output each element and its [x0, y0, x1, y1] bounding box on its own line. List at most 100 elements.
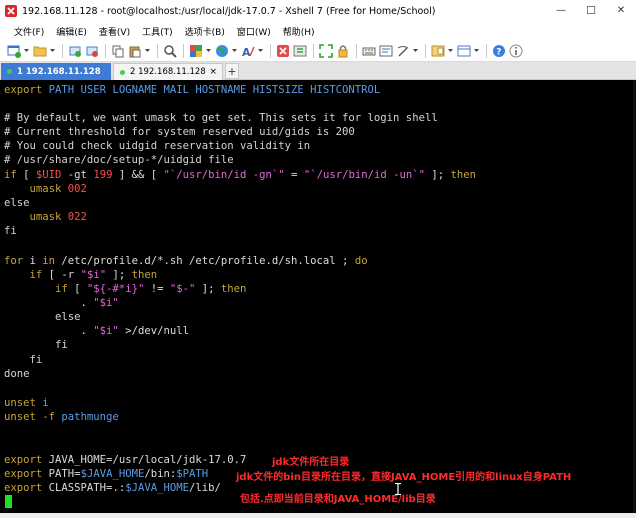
terminal-line: done [4, 368, 30, 380]
terminal-line: fi [4, 225, 17, 237]
chevron-down-icon[interactable] [23, 43, 29, 59]
chevron-down-icon[interactable] [231, 43, 237, 59]
mouse-ibeam-icon [395, 483, 401, 495]
toolbar: A ? [0, 41, 636, 62]
code-token: "${-#*i}" [86, 283, 145, 295]
code-token: ] && [ [112, 169, 164, 181]
code-token: in [42, 255, 56, 267]
help-icon[interactable]: ? [491, 43, 507, 59]
toolbar-separator [183, 44, 184, 58]
menu-help[interactable]: 帮助(H) [283, 25, 315, 38]
code-token: umask [4, 183, 68, 195]
chevron-down-icon[interactable] [257, 43, 263, 59]
code-token: do [354, 255, 368, 267]
terminal-line: export JAVA_HOME=/usr/local/jdk-17.0.7 [4, 453, 246, 467]
code-token: then [131, 269, 158, 281]
code-token: export [4, 454, 43, 466]
session-tab-bar: 1 192.168.11.128 2 192.168.11.128 × + [0, 62, 636, 80]
terminal-line: if [ $UID -gt 199 ] && [ "`/usr/bin/id -… [4, 168, 476, 182]
session-tab-1[interactable]: 1 192.168.11.128 [1, 63, 111, 80]
annotation-classpath: 包括.点即当前目录和JAVA_HOME/lib目录 [240, 494, 436, 505]
color-scheme-icon[interactable] [188, 43, 204, 59]
font-icon[interactable]: A [240, 43, 256, 59]
menu-view[interactable]: 查看(V) [99, 25, 130, 38]
menu-tabs[interactable]: 选项卡(B) [185, 25, 225, 38]
close-button[interactable]: ✕ [606, 0, 636, 22]
layout-icon[interactable] [430, 43, 446, 59]
code-token: $UID [35, 169, 62, 181]
zmodem-icon[interactable] [292, 43, 308, 59]
disconnect-icon[interactable] [84, 43, 100, 59]
tab-label: 2 192.168.11.128 [130, 67, 206, 77]
code-token: umask [4, 211, 68, 223]
paste-icon[interactable] [127, 43, 143, 59]
code-token: 002 [67, 183, 87, 195]
code-token: "$i" [80, 269, 107, 281]
code-token: export [4, 84, 43, 96]
code-token: != [144, 283, 170, 295]
terminal-line: . "$i" [4, 296, 119, 310]
code-token: then [220, 283, 247, 295]
lock-icon[interactable] [335, 43, 351, 59]
xftp-icon[interactable] [275, 43, 291, 59]
code-token: if [4, 169, 17, 181]
code-token: if [4, 283, 68, 295]
terminal-line: # Current threshold for system reserved … [4, 126, 355, 138]
terminal-line: unset -f pathmunge [4, 410, 119, 424]
keyboard-icon[interactable] [361, 43, 377, 59]
chevron-down-icon[interactable] [49, 43, 55, 59]
info-icon[interactable] [508, 43, 524, 59]
menu-window[interactable]: 窗口(W) [237, 25, 271, 38]
script-icon[interactable] [395, 43, 411, 59]
maximize-button[interactable]: ☐ [576, 0, 606, 22]
code-token: . [4, 297, 94, 309]
terminal-line: # You could check uidgid reservation val… [4, 140, 311, 152]
menu-edit[interactable]: 编辑(E) [56, 25, 87, 38]
terminal-line: else [4, 197, 30, 209]
toolbar-separator [105, 44, 106, 58]
code-token: [ [16, 169, 36, 181]
annotation-java-home: jdk文件所在目录 [272, 457, 350, 468]
chevron-down-icon[interactable] [205, 43, 211, 59]
code-token: JAVA_HOME=/usr/local/jdk-17.0.7 [42, 454, 247, 466]
window-title: 192.168.11.128 - root@localhost:/usr/loc… [22, 5, 436, 17]
copy-icon[interactable] [110, 43, 126, 59]
code-token: . [4, 325, 94, 337]
reconnect-icon[interactable] [67, 43, 83, 59]
code-token: unset [4, 397, 36, 409]
code-token: -gt [61, 169, 94, 181]
tab-close-icon[interactable]: × [209, 67, 217, 77]
terminal-line: if [ -r "$i" ]; then [4, 268, 158, 282]
chevron-down-icon[interactable] [447, 43, 453, 59]
compose-icon[interactable] [378, 43, 394, 59]
code-token: $JAVA_HOME [125, 482, 189, 494]
new-tab-button[interactable]: + [225, 63, 239, 79]
toolbar-separator [486, 44, 487, 58]
find-icon[interactable] [162, 43, 178, 59]
menu-tools[interactable]: 工具(T) [142, 25, 173, 38]
fullscreen-icon[interactable] [318, 43, 334, 59]
toolbar-separator [425, 44, 426, 58]
tile-icon[interactable] [456, 43, 472, 59]
code-token: "`/usr/bin/id -gn`" [163, 169, 285, 181]
open-folder-icon[interactable] [32, 43, 48, 59]
code-token: CLASSPATH=.: [42, 482, 126, 494]
terminal-line: fi [4, 339, 68, 351]
chevron-down-icon[interactable] [473, 43, 479, 59]
code-token: $JAVA_HOME [80, 468, 145, 480]
session-tab-2[interactable]: 2 192.168.11.128 × [113, 63, 223, 80]
tab-label: 1 192.168.11.128 [17, 66, 101, 77]
code-token: ]; [106, 269, 132, 281]
code-token: export [4, 468, 43, 480]
globe-icon[interactable] [214, 43, 230, 59]
menu-file[interactable]: 文件(F) [14, 25, 44, 38]
terminal-output[interactable]: export PATH USER LOGNAME MAIL HOSTNAME H… [0, 80, 636, 513]
new-session-icon[interactable] [6, 43, 22, 59]
chevron-down-icon[interactable] [144, 43, 150, 59]
minimize-button[interactable]: — [546, 0, 576, 22]
code-token: export [4, 482, 43, 494]
terminal-line: umask 002 [4, 182, 87, 196]
chevron-down-icon[interactable] [412, 43, 418, 59]
terminal-line: . "$i" >/dev/null [4, 324, 189, 338]
svg-text:A: A [242, 46, 251, 58]
